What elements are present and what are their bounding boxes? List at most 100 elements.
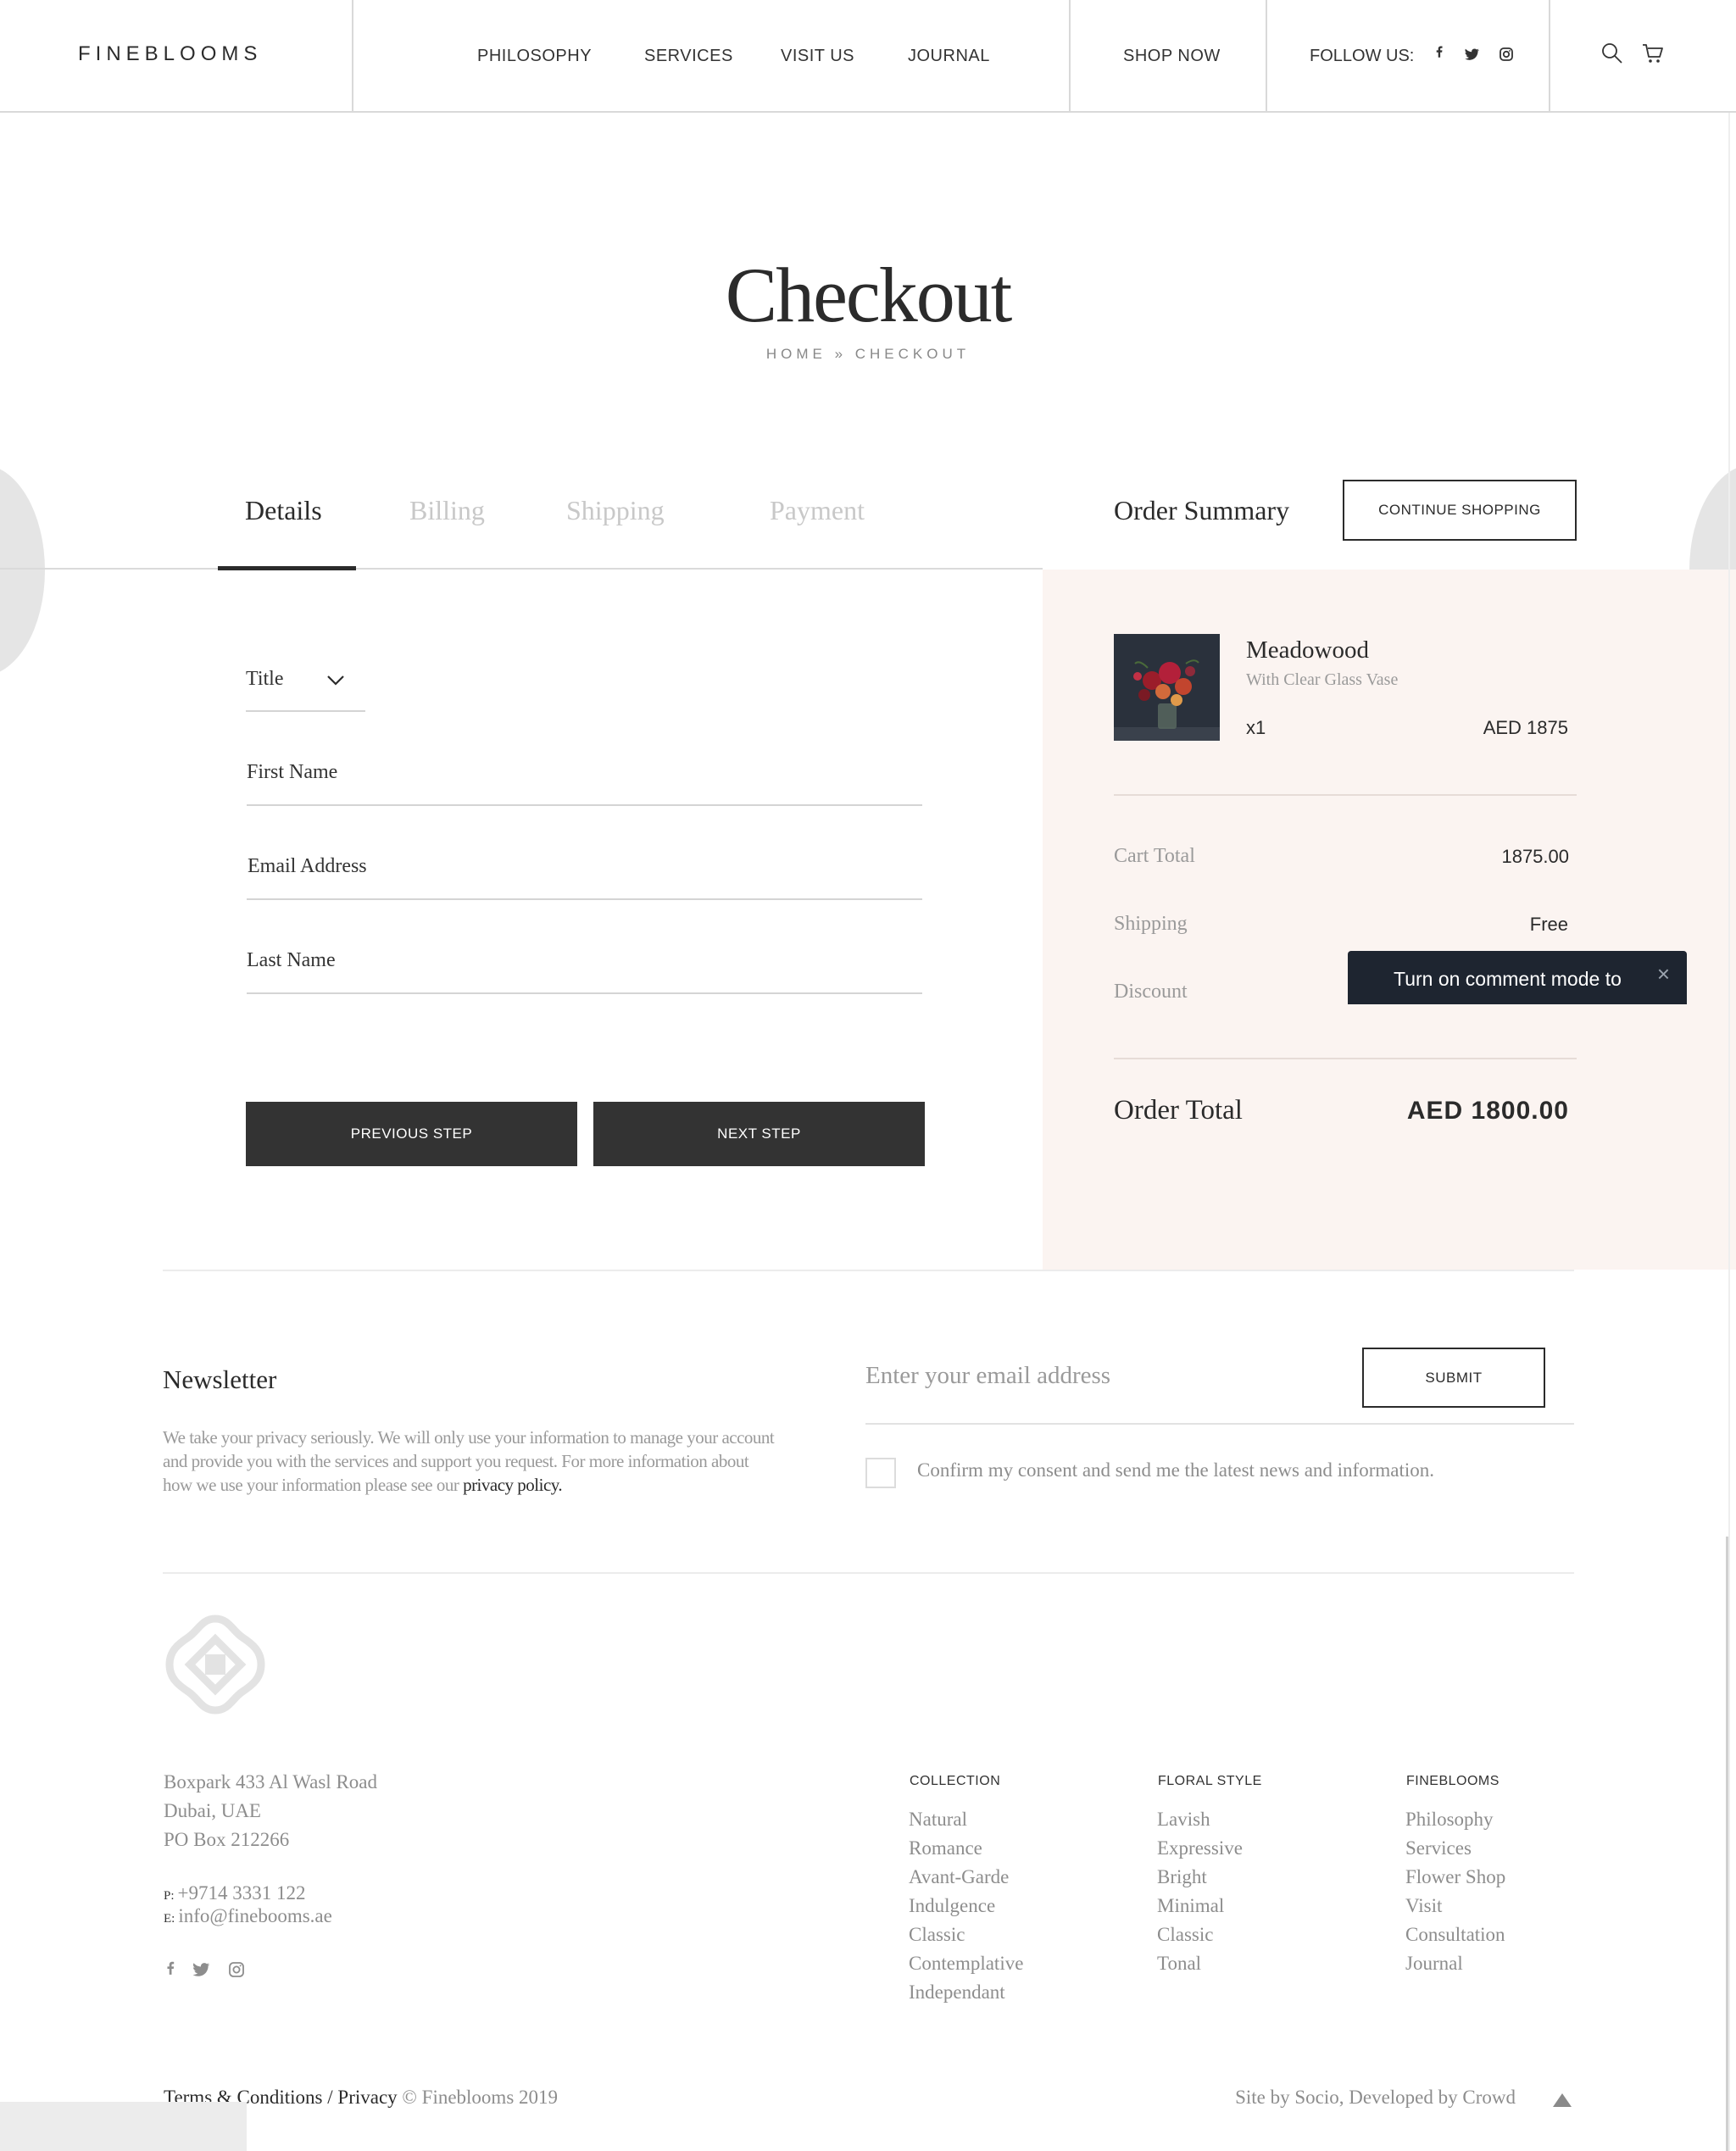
footer-link[interactable]: Independant xyxy=(909,1978,1023,2007)
footer-link[interactable]: Visit xyxy=(1405,1892,1505,1920)
footer-link[interactable]: Flower Shop xyxy=(1405,1863,1505,1892)
close-icon[interactable]: × xyxy=(1657,961,1670,987)
footer-floral-style-heading: FLORAL STYLE xyxy=(1158,1774,1262,1788)
cart-total-value: 1875.00 xyxy=(1501,846,1569,867)
search-icon[interactable] xyxy=(1600,41,1625,66)
newsletter-submit-button[interactable]: SUBMIT xyxy=(1362,1348,1545,1408)
breadcrumb[interactable]: HOME » CHECKOUT xyxy=(0,346,1736,363)
newsletter-body: We take your privacy seriously. We will … xyxy=(163,1426,782,1497)
product-qty: x1 xyxy=(1246,717,1266,738)
step-details[interactable]: Details xyxy=(245,495,322,526)
instagram-icon[interactable] xyxy=(1496,44,1516,64)
steps-divider xyxy=(0,568,1043,570)
decorative-circle-left xyxy=(0,464,45,676)
footer-link[interactable]: Lavish xyxy=(1157,1805,1243,1834)
privacy-link[interactable]: Privacy xyxy=(337,2087,397,2108)
footer-link[interactable]: Journal xyxy=(1405,1949,1505,1978)
footer-link[interactable]: Consultation xyxy=(1405,1920,1505,1949)
first-name-field[interactable]: First Name xyxy=(247,761,337,784)
header-divider xyxy=(352,0,353,113)
nav-services[interactable]: SERVICES xyxy=(644,47,733,66)
copyright: © Fineblooms 2019 xyxy=(402,2087,559,2108)
summary-divider xyxy=(1114,1058,1577,1059)
discount-label: Discount xyxy=(1114,981,1188,1003)
footer-link[interactable]: Tonal xyxy=(1157,1949,1243,1978)
email[interactable]: E: info@finebooms.ae xyxy=(164,1905,332,1927)
consent-label: Confirm my consent and send me the lates… xyxy=(917,1459,1435,1481)
footer-link[interactable]: Classic xyxy=(1157,1920,1243,1949)
footer-link[interactable]: Classic xyxy=(909,1920,1023,1949)
fineblooms-emblem xyxy=(161,1610,270,1719)
instagram-icon[interactable] xyxy=(226,1959,247,1980)
page-title: Checkout xyxy=(725,252,1013,338)
address-line: Boxpark 433 Al Wasl Road xyxy=(164,1771,377,1792)
step-payment[interactable]: Payment xyxy=(770,495,865,526)
email-field[interactable]: Email Address xyxy=(248,855,367,878)
phone-prefix: P: xyxy=(164,1889,175,1903)
footer-link[interactable]: Minimal xyxy=(1157,1892,1243,1920)
step-billing[interactable]: Billing xyxy=(409,495,485,526)
nav-philosophy[interactable]: PHILOSOPHY xyxy=(477,47,592,66)
footer-link[interactable]: Contemplative xyxy=(909,1949,1023,1978)
nav-visit-us[interactable]: VISIT US xyxy=(781,47,854,66)
section-divider xyxy=(163,1270,1574,1271)
nav-journal[interactable]: JOURNAL xyxy=(908,47,990,66)
last-name-underline xyxy=(247,992,922,994)
cart-total-label: Cart Total xyxy=(1114,845,1195,867)
scrollbar[interactable] xyxy=(1726,1537,1728,2151)
site-header: FINEBLOOMS PHILOSOPHY SERVICES VISIT US … xyxy=(0,0,1736,113)
title-select[interactable]: Title xyxy=(246,668,283,691)
next-step-button[interactable]: NEXT STEP xyxy=(593,1102,925,1166)
page-edge xyxy=(1728,113,1730,2151)
product-name: Meadowood xyxy=(1246,636,1369,664)
logo[interactable]: FINEBLOOMS xyxy=(78,42,262,66)
order-total-label: Order Total xyxy=(1114,1095,1243,1126)
footer-link[interactable]: Services xyxy=(1405,1834,1505,1863)
footer-link[interactable]: Natural xyxy=(909,1805,1023,1834)
footer-link[interactable]: Philosophy xyxy=(1405,1805,1505,1834)
newsletter-title: Newsletter xyxy=(163,1365,277,1394)
twitter-icon[interactable] xyxy=(1461,44,1482,64)
active-step-indicator xyxy=(218,566,356,570)
footer-link[interactable]: Indulgence xyxy=(909,1892,1023,1920)
email-prefix: E: xyxy=(164,1912,175,1926)
privacy-policy-link[interactable]: privacy policy. xyxy=(463,1475,563,1495)
chevron-down-icon[interactable] xyxy=(325,670,347,692)
previous-step-button[interactable]: PREVIOUS STEP xyxy=(246,1102,577,1166)
facebook-icon[interactable] xyxy=(160,1959,181,1980)
address-line: PO Box 212266 xyxy=(164,1829,290,1850)
phone-number[interactable]: +9714 3331 122 xyxy=(178,1882,306,1904)
email-address[interactable]: info@finebooms.ae xyxy=(178,1905,332,1926)
nav-shop-now[interactable]: SHOP NOW xyxy=(1123,47,1221,66)
back-to-top-icon[interactable] xyxy=(1553,2093,1572,2107)
phone[interactable]: P: +9714 3331 122 xyxy=(164,1882,306,1904)
footer-link[interactable]: Expressive xyxy=(1157,1834,1243,1863)
footer-link[interactable]: Romance xyxy=(909,1834,1023,1863)
twitter-icon[interactable] xyxy=(191,1959,211,1980)
step-shipping[interactable]: Shipping xyxy=(566,495,665,526)
footer-link[interactable]: Avant-Garde xyxy=(909,1863,1023,1892)
cart-icon[interactable] xyxy=(1640,41,1666,66)
order-total-value: AED 1800.00 xyxy=(1406,1097,1569,1125)
follow-us-label: FOLLOW US: xyxy=(1310,47,1415,65)
header-divider xyxy=(1266,0,1267,113)
consent-checkbox[interactable] xyxy=(865,1458,896,1488)
order-summary-title: Order Summary xyxy=(1114,495,1290,525)
section-divider xyxy=(163,1572,1574,1574)
address-line: Dubai, UAE xyxy=(164,1800,261,1821)
site-credits[interactable]: Site by Socio, Developed by Crowd xyxy=(1235,2087,1516,2109)
summary-divider xyxy=(1114,794,1577,796)
footer-collection-list: Natural Romance Avant-Garde Indulgence C… xyxy=(909,1805,1023,2007)
title-select-underline xyxy=(246,710,365,712)
footer-link[interactable]: Bright xyxy=(1157,1863,1243,1892)
footer-collection-heading: COLLECTION xyxy=(910,1774,1001,1788)
product-variant: With Clear Glass Vase xyxy=(1246,670,1399,689)
comment-mode-tooltip: Turn on comment mode to × xyxy=(1348,951,1687,1004)
tooltip-text: Turn on comment mode to xyxy=(1394,968,1622,990)
shipping-label: Shipping xyxy=(1114,913,1188,935)
facebook-icon[interactable] xyxy=(1429,44,1449,64)
continue-shopping-button[interactable]: CONTINUE SHOPPING xyxy=(1343,480,1577,541)
header-divider xyxy=(1549,0,1550,113)
newsletter-email-input[interactable]: Enter your email address xyxy=(865,1362,1110,1390)
last-name-field[interactable]: Last Name xyxy=(247,949,336,972)
